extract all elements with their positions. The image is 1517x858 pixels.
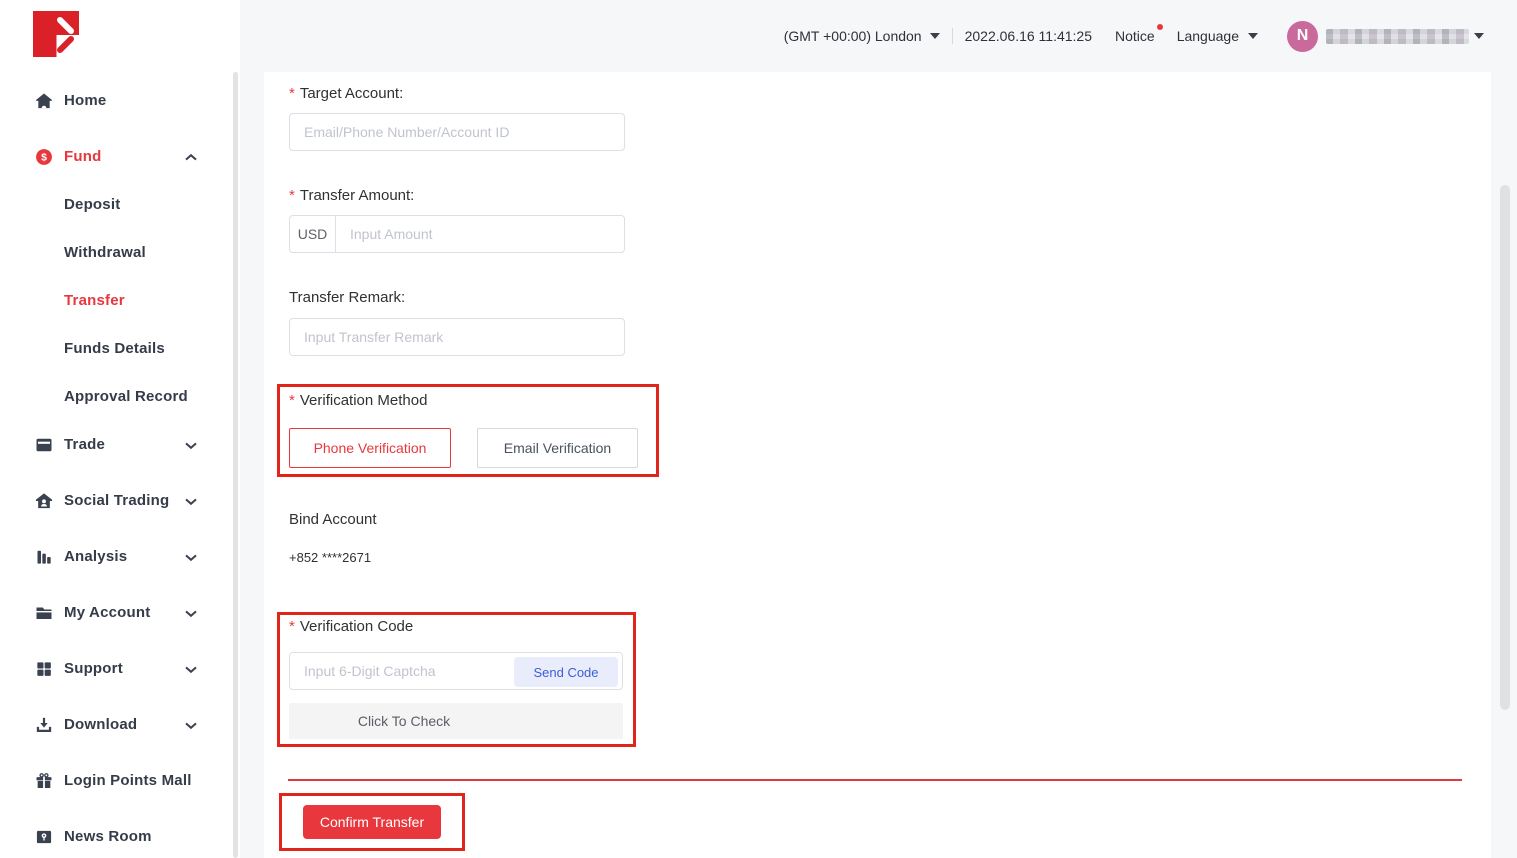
sidebar-item-support[interactable]: Support [0, 657, 232, 681]
gift-icon [34, 771, 54, 791]
verification-code-field-wrap: Send Code [289, 652, 623, 690]
transfer-amount-input[interactable] [336, 216, 624, 252]
timezone-selector[interactable]: (GMT +00:00) London [784, 28, 940, 44]
send-code-button[interactable]: Send Code [514, 657, 618, 687]
bind-account-label: Bind Account [289, 511, 377, 528]
sidebar-item-label: News Room [64, 828, 152, 845]
phone-verification-button[interactable]: Phone Verification [289, 428, 451, 468]
verification-code-label: *Verification Code [289, 618, 413, 635]
chevron-down-icon [185, 610, 197, 617]
sidebar-item-label: Deposit [64, 196, 120, 213]
support-icon [34, 659, 54, 679]
sidebar-scrollbar[interactable] [233, 72, 238, 858]
chevron-down-icon [185, 498, 197, 505]
notice-button[interactable]: Notice [1115, 28, 1155, 44]
top-header: (GMT +00:00) London 2022.06.16 11:41:25 … [240, 0, 1517, 72]
timezone-label: (GMT +00:00) London [784, 28, 922, 44]
sidebar-item-download[interactable]: Download [0, 713, 232, 737]
sidebar-item-label: Withdrawal [64, 244, 146, 261]
sidebar-item-trade[interactable]: Trade [0, 433, 232, 457]
sidebar-item-approval-record[interactable]: Approval Record [0, 385, 232, 409]
chevron-down-icon [185, 554, 197, 561]
sidebar-item-deposit[interactable]: Deposit [0, 193, 232, 217]
chevron-down-icon [1248, 33, 1258, 39]
email-verification-button[interactable]: Email Verification [477, 428, 638, 468]
sidebar-item-withdrawal[interactable]: Withdrawal [0, 241, 232, 265]
target-account-field-wrap [289, 113, 625, 151]
bind-account-value: +852 ****2671 [289, 550, 371, 565]
sidebar-item-login-points-mall[interactable]: Login Points Mall [0, 769, 232, 793]
target-account-input[interactable] [290, 114, 624, 150]
sidebar-item-label: My Account [64, 604, 150, 621]
currency-prefix: USD [290, 216, 336, 252]
sidebar-item-home[interactable]: Home [0, 89, 232, 113]
sidebar-item-label: Download [64, 716, 137, 733]
required-mark: * [289, 85, 295, 102]
sidebar-item-label: Home [64, 92, 106, 109]
news-room-icon [34, 827, 54, 847]
transfer-remark-input[interactable] [290, 319, 624, 355]
transfer-form-panel: *Target Account: *Transfer Amount: USD T… [264, 72, 1491, 858]
sidebar-item-my-account[interactable]: My Account [0, 601, 232, 625]
sidebar-item-label: Trade [64, 436, 105, 453]
sidebar-item-social-trading[interactable]: Social Trading [0, 489, 232, 513]
form-divider [288, 779, 1462, 781]
datetime-label: 2022.06.16 11:41:25 [965, 28, 1092, 44]
username-redacted[interactable] [1326, 29, 1469, 44]
svg-text:$: $ [41, 153, 47, 164]
target-account-label: *Target Account: [289, 85, 403, 102]
sidebar-item-label: Social Trading [64, 492, 169, 509]
chevron-down-icon[interactable] [1474, 33, 1484, 39]
sidebar-item-fund[interactable]: $ Fund [0, 145, 232, 169]
sidebar-item-label: Approval Record [64, 388, 188, 405]
chevron-down-icon [185, 722, 197, 729]
sidebar-item-label: Support [64, 660, 123, 677]
trade-icon [34, 435, 54, 455]
chevron-down-icon [930, 33, 940, 39]
notification-dot [1157, 24, 1163, 30]
language-label: Language [1177, 28, 1239, 44]
sidebar-item-analysis[interactable]: Analysis [0, 545, 232, 569]
notice-label: Notice [1115, 28, 1155, 44]
chevron-up-icon [185, 154, 197, 161]
social-trading-icon [34, 491, 54, 511]
analysis-icon [34, 547, 54, 567]
header-divider [952, 28, 953, 44]
transfer-amount-label: *Transfer Amount: [289, 187, 414, 204]
language-selector[interactable]: Language [1177, 28, 1258, 44]
page-scrollbar[interactable] [1500, 185, 1510, 710]
sidebar-item-label: Transfer [64, 292, 125, 309]
brand-logo[interactable] [33, 11, 79, 57]
sidebar-item-transfer[interactable]: Transfer [0, 289, 232, 313]
my-account-icon [34, 603, 54, 623]
required-mark: * [289, 618, 295, 635]
home-icon [34, 91, 54, 111]
sidebar-item-label: Analysis [64, 548, 127, 565]
chevron-down-icon [185, 666, 197, 673]
confirm-transfer-button[interactable]: Confirm Transfer [303, 805, 441, 839]
sidebar-item-label: Fund [64, 148, 101, 165]
chevron-down-icon [185, 442, 197, 449]
required-mark: * [289, 392, 295, 409]
avatar-initial: N [1297, 27, 1309, 45]
transfer-amount-field-wrap: USD [289, 215, 625, 253]
transfer-remark-field-wrap [289, 318, 625, 356]
verification-method-label: *Verification Method [289, 392, 427, 409]
download-icon [34, 715, 54, 735]
sidebar-item-label: Funds Details [64, 340, 165, 357]
required-mark: * [289, 187, 295, 204]
sidebar: Home $ Fund Deposit Withdrawal Transfer … [0, 0, 240, 858]
fund-icon: $ [34, 147, 54, 167]
sidebar-item-funds-details[interactable]: Funds Details [0, 337, 232, 361]
avatar[interactable]: N [1287, 21, 1318, 52]
sidebar-item-news-room[interactable]: News Room [0, 825, 232, 849]
transfer-remark-label: Transfer Remark: [289, 289, 405, 306]
captcha-check-bar[interactable]: Click To Check [289, 703, 623, 739]
sidebar-item-label: Login Points Mall [64, 772, 192, 789]
